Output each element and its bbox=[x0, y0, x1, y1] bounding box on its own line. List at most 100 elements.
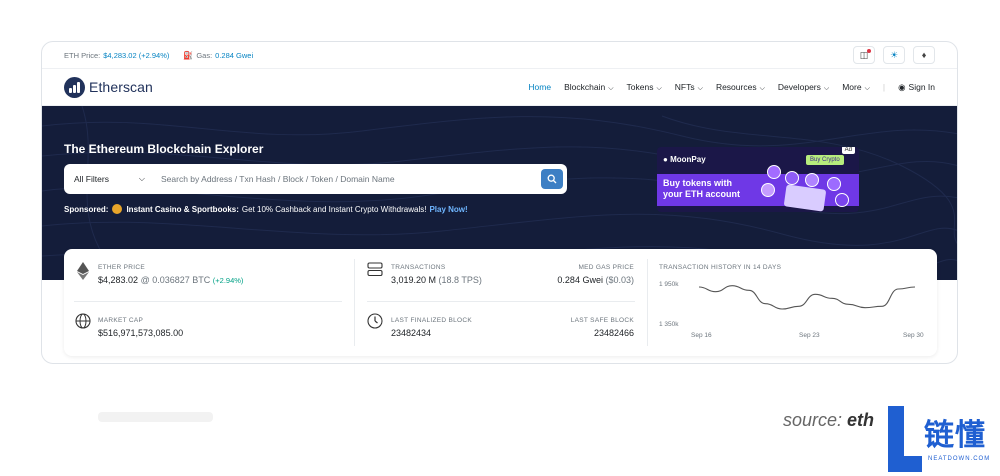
x-tick-label: Sep 16 bbox=[691, 332, 712, 339]
nav-more[interactable]: More ⌵ bbox=[842, 82, 870, 93]
theme-toggle-button[interactable]: ☀ bbox=[883, 46, 905, 64]
nav-home[interactable]: Home bbox=[528, 82, 551, 92]
topbar-actions: ◫ ☀ ♦ bbox=[853, 46, 935, 64]
sponsor-name: Instant Casino & Sportbooks: bbox=[126, 204, 239, 214]
tx-history-point[interactable] bbox=[864, 306, 867, 309]
market-cap-value: $516,971,573,085.00 bbox=[98, 328, 184, 338]
tx-history-point[interactable] bbox=[814, 293, 817, 296]
network-button[interactable]: ♦ bbox=[913, 46, 935, 64]
market-cap-cell: MARKET CAP $516,971,573,085.00 bbox=[98, 317, 183, 338]
last-finalized-value[interactable]: 23482434 bbox=[391, 328, 472, 338]
source-caption: source: eth bbox=[783, 410, 874, 431]
ad-tag: Ad bbox=[841, 147, 855, 154]
source-prefix: source: bbox=[783, 410, 843, 430]
casino-coin-icon bbox=[112, 204, 123, 214]
ether-price-cell: ETHER PRICE $4,283.02 @ 0.036827 BTC (+2… bbox=[98, 264, 243, 285]
tx-history-point[interactable] bbox=[830, 297, 833, 300]
transactions-value[interactable]: 3,019.20 M bbox=[391, 275, 436, 285]
top-bar: ETH Price: $4,283.02 (+2.94%) ⛽ Gas: 0.2… bbox=[42, 42, 957, 69]
watermark-logo-icon bbox=[888, 406, 922, 472]
med-gas-cell: MED GAS PRICE 0.284 Gwei ($0.03) bbox=[557, 264, 634, 285]
tx-history-point[interactable] bbox=[797, 305, 800, 308]
search-icon bbox=[547, 174, 557, 184]
token-icon bbox=[761, 183, 775, 197]
tx-history-point[interactable] bbox=[847, 303, 850, 306]
brand-name: Etherscan bbox=[89, 79, 153, 95]
stats-card: ETHER PRICE $4,283.02 @ 0.036827 BTC (+2… bbox=[64, 249, 937, 356]
nav-resources[interactable]: Resources ⌵ bbox=[716, 82, 765, 93]
globe-icon bbox=[75, 313, 91, 329]
tx-history-point[interactable] bbox=[731, 284, 734, 287]
divider bbox=[74, 301, 342, 302]
chevron-down-icon: ⌵ bbox=[697, 84, 703, 92]
ethereum-icon: ♦ bbox=[921, 50, 927, 60]
last-safe-value[interactable]: 23482466 bbox=[571, 328, 634, 338]
tx-history-point[interactable] bbox=[764, 302, 767, 305]
notification-button[interactable]: ◫ bbox=[853, 46, 875, 64]
sponsored-line: Sponsored: Instant Casino & Sportbooks: … bbox=[64, 204, 468, 214]
tx-history-point[interactable] bbox=[714, 290, 717, 293]
nav-developers-label: Developers bbox=[777, 81, 821, 92]
chevron-down-icon: ⌵ bbox=[608, 84, 614, 92]
market-cap-label: MARKET CAP bbox=[98, 317, 144, 324]
watermark-cn: 链懂 bbox=[924, 418, 986, 453]
transactions-cell: TRANSACTIONS 3,019.20 M (18.8 TPS) bbox=[391, 264, 482, 285]
sponsor-label: Sponsored: bbox=[64, 204, 109, 214]
chevron-down-icon: ⌵ bbox=[823, 84, 830, 92]
tx-history-point[interactable] bbox=[781, 308, 784, 311]
med-gas-value[interactable]: 0.284 Gwei bbox=[557, 275, 603, 285]
nav-signin[interactable]: ◉ Sign In bbox=[898, 82, 935, 93]
token-icon bbox=[835, 193, 849, 207]
blurred-artifact bbox=[98, 412, 213, 422]
y-tick-label: 1 950k bbox=[659, 281, 679, 288]
gas-value[interactable]: 0.284 Gwei bbox=[215, 51, 253, 60]
tx-history-point[interactable] bbox=[698, 286, 701, 289]
search-input[interactable] bbox=[157, 174, 541, 184]
etherscan-logo-icon bbox=[64, 76, 85, 98]
nav-developers[interactable]: Developers ⌵ bbox=[778, 82, 829, 93]
sponsor-text: Get 10% Cashback and Instant Crypto With… bbox=[241, 204, 427, 214]
moon-icon: ● bbox=[663, 155, 668, 164]
search-button[interactable] bbox=[541, 169, 563, 189]
notification-dot bbox=[867, 49, 871, 53]
ether-price-value[interactable]: $4,283.02 bbox=[98, 275, 138, 285]
gas-label: Gas: bbox=[196, 50, 213, 60]
logo[interactable]: Etherscan bbox=[64, 76, 153, 98]
sponsor-link[interactable]: Play Now! bbox=[429, 205, 467, 214]
tx-history-point[interactable] bbox=[914, 286, 917, 289]
tx-history-point[interactable] bbox=[880, 305, 883, 308]
ether-price-btc: @ 0.036827 BTC bbox=[140, 275, 211, 285]
filter-dropdown[interactable]: All Filters ⌵ bbox=[64, 174, 157, 184]
moonpay-ad[interactable]: ● MoonPay Ad Buy Crypto Buy tokens with … bbox=[657, 147, 859, 212]
ether-price-change: (+2.94%) bbox=[212, 276, 244, 285]
nav-resources-label: Resources bbox=[715, 81, 757, 92]
divider bbox=[354, 259, 355, 346]
server-icon bbox=[367, 262, 383, 277]
ad-line-1: Buy tokens with bbox=[663, 178, 733, 188]
ad-line-2: your ETH account bbox=[663, 189, 741, 199]
eth-price-label: ETH Price: bbox=[64, 50, 101, 60]
tx-history-chart[interactable]: 1 950k 1 350k Sep 16 Sep 23 Sep 30 bbox=[659, 277, 931, 349]
nav-bar: Etherscan Home Blockchain ⌵ Tokens ⌵ NFTs ⌵… bbox=[42, 69, 957, 106]
tx-history-title-text: TRANSACTION HISTORY IN 14 DAYS bbox=[659, 264, 782, 271]
nav-nfts[interactable]: NFTs ⌵ bbox=[675, 82, 703, 93]
last-finalized-label: LAST FINALIZED BLOCK bbox=[391, 317, 473, 324]
ad-text: Buy tokens with your ETH account bbox=[663, 178, 740, 200]
nav-tokens-label: Tokens bbox=[626, 81, 654, 92]
watermark-en: NEATDOWN.COM bbox=[928, 456, 991, 462]
transactions-tps: (18.8 TPS) bbox=[438, 275, 482, 285]
nav-nfts-label: NFTs bbox=[674, 81, 695, 92]
moonpay-brand-text: MoonPay bbox=[670, 155, 706, 164]
eth-price-value[interactable]: $4,283.02 (+2.94%) bbox=[103, 51, 169, 60]
main-nav: Home Blockchain ⌵ Tokens ⌵ NFTs ⌵ Resources… bbox=[528, 82, 935, 93]
tx-history-point[interactable] bbox=[897, 288, 900, 291]
card-illustration bbox=[783, 184, 827, 212]
nav-tokens[interactable]: Tokens ⌵ bbox=[627, 82, 662, 93]
tx-history-title: TRANSACTION HISTORY IN 14 DAYS bbox=[659, 264, 781, 271]
token-icon bbox=[785, 171, 799, 185]
ad-buy-crypto-button[interactable]: Buy Crypto bbox=[806, 155, 844, 165]
block-speedometer-icon bbox=[367, 313, 383, 329]
tx-history-point[interactable] bbox=[747, 289, 750, 292]
x-tick-label: Sep 30 bbox=[903, 332, 924, 339]
nav-blockchain[interactable]: Blockchain ⌵ bbox=[564, 82, 613, 93]
